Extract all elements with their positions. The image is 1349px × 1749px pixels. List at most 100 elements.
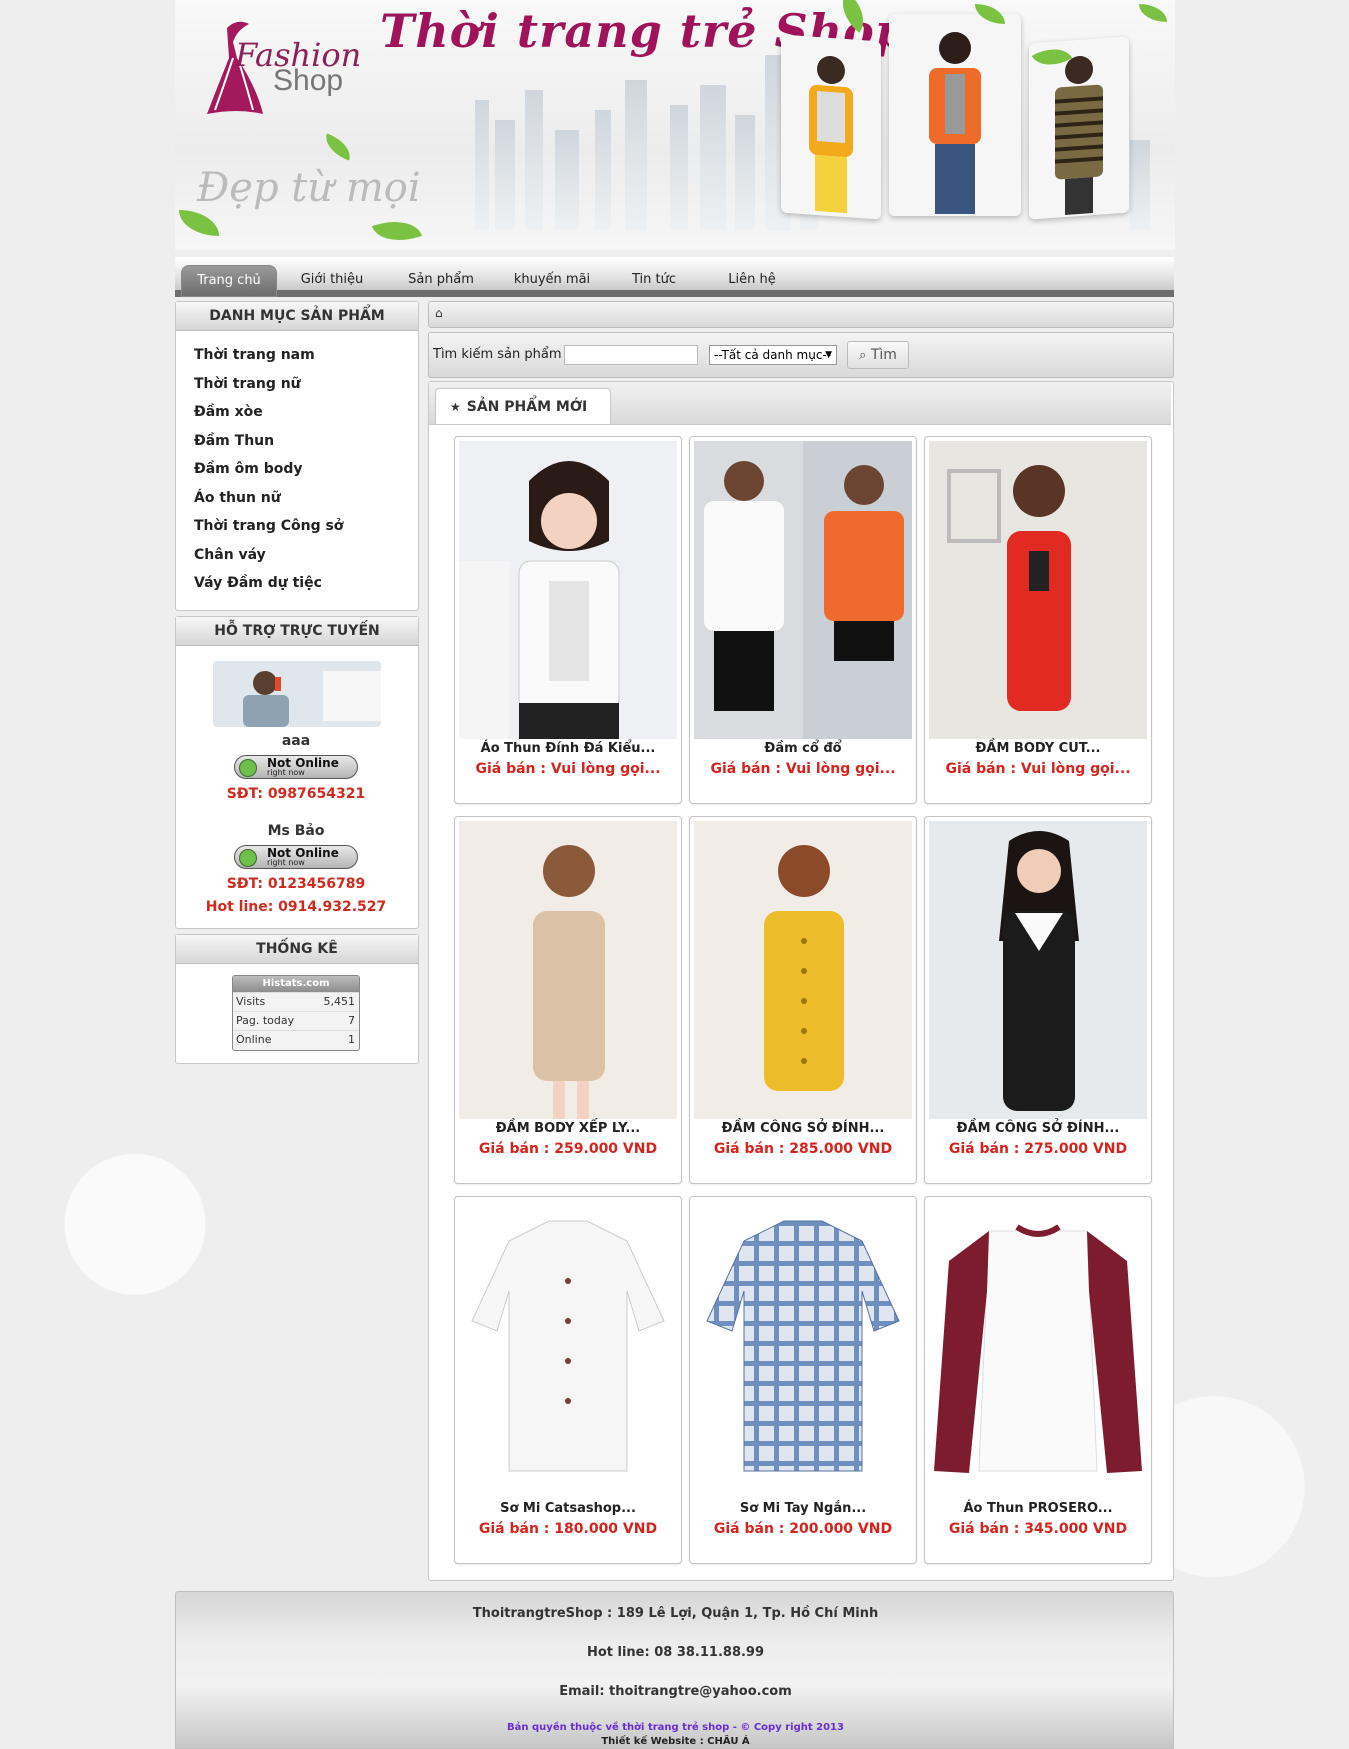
product-price: Giá bán : 345.000 VND bbox=[948, 1521, 1128, 1537]
skyline-building bbox=[495, 120, 515, 230]
search-label: Tìm kiếm sản phẩm bbox=[433, 347, 562, 362]
product-image[interactable] bbox=[694, 1201, 912, 1499]
skyline-building bbox=[525, 90, 543, 230]
online-support-box: HỖ TRỢ TRỰC TUYẾN aaa Not Online right n… bbox=[175, 616, 419, 929]
search-input[interactable] bbox=[564, 345, 698, 365]
support-box-title: HỖ TRỢ TRỰC TUYẾN bbox=[176, 617, 418, 646]
stat-label: Pag. today bbox=[236, 1014, 295, 1027]
footer-copyright: Bản quyền thuộc về thời trang trẻ shop -… bbox=[507, 1722, 844, 1733]
category-link[interactable]: Thời trang nữ bbox=[194, 376, 301, 392]
stat-value: 1 bbox=[348, 1033, 355, 1046]
category-link[interactable]: Đầm Thun bbox=[194, 433, 274, 449]
skyline-building bbox=[555, 130, 579, 230]
hotline-text: Hot line: 0914.932.527 bbox=[205, 899, 387, 915]
stat-row: Online 1 bbox=[233, 1030, 359, 1049]
product-image[interactable] bbox=[694, 821, 912, 1119]
product-image[interactable] bbox=[929, 441, 1147, 739]
category-link[interactable]: Đầm xòe bbox=[194, 404, 263, 420]
product-card[interactable]: ĐẦM CÔNG SỞ ĐÍNH... Giá bán : 285.000 VN… bbox=[689, 816, 917, 1184]
product-card[interactable]: Đầm cổ đổ Giá bán : Vui lòng gọi... bbox=[689, 436, 917, 804]
nav-item-home[interactable]: Trang chủ bbox=[181, 265, 277, 297]
nav-item-contact[interactable]: Liên hệ bbox=[709, 265, 795, 297]
support-status-badge[interactable]: Not Online right now bbox=[234, 845, 358, 869]
product-price: Giá bán : 180.000 VND bbox=[478, 1521, 658, 1537]
support-phone: SĐT: 0123456789 bbox=[226, 876, 366, 892]
product-image[interactable] bbox=[459, 821, 677, 1119]
product-image[interactable] bbox=[929, 821, 1147, 1119]
product-name[interactable]: ĐẦM BODY XẾP LY... bbox=[455, 1121, 681, 1136]
category-link[interactable]: Đầm ôm body bbox=[194, 461, 303, 477]
category-select-value: --Tất cả danh mục-- bbox=[714, 348, 832, 362]
product-price: Giá bán : 285.000 VND bbox=[713, 1141, 893, 1157]
tab-label: SẢN PHẨM MỚI bbox=[466, 399, 588, 415]
product-name[interactable]: Áo Thun Đính Đá Kiểu... bbox=[455, 741, 681, 756]
product-image[interactable] bbox=[459, 441, 677, 739]
category-link[interactable]: Thời trang Công sở bbox=[194, 518, 343, 534]
status-subtext: right now bbox=[267, 768, 305, 777]
support-phone: SĐT: 0987654321 bbox=[226, 786, 366, 802]
product-card[interactable]: ĐẦM BODY CUT... Giá bán : Vui lòng gọi..… bbox=[924, 436, 1152, 804]
nav-item-products[interactable]: Sản phẩm bbox=[395, 265, 487, 297]
footer-designer: Thiết kế Website : CHÂU Á bbox=[601, 1736, 750, 1747]
nav-item-about[interactable]: Giới thiệu bbox=[287, 265, 377, 297]
logo-text-shop: Shop bbox=[273, 64, 344, 97]
product-name[interactable]: ĐẦM BODY CUT... bbox=[925, 741, 1151, 756]
category-link[interactable]: Chân váy bbox=[194, 547, 266, 563]
site-header-banner: Fashion Shop Thời trang trẻ Shop Đẹp từ … bbox=[175, 0, 1175, 250]
product-price: Giá bán : Vui lòng gọi... bbox=[475, 761, 661, 777]
category-link[interactable]: Áo thun nữ bbox=[194, 490, 281, 506]
histats-brand: Histats.com bbox=[233, 976, 359, 992]
category-link[interactable]: Váy Đầm dự tiệc bbox=[194, 575, 322, 591]
product-name[interactable]: Áo Thun PROSERO... bbox=[925, 1501, 1151, 1516]
footer-email: Email: thoitrangtre@yahoo.com bbox=[559, 1684, 792, 1699]
leaf-decoration-icon bbox=[371, 211, 423, 250]
product-price: Giá bán : 200.000 VND bbox=[713, 1521, 893, 1537]
category-select[interactable]: --Tất cả danh mục-- ▼ bbox=[709, 345, 837, 365]
messenger-status-icon bbox=[239, 759, 257, 777]
product-card[interactable]: Áo Thun Đính Đá Kiểu... Giá bán : Vui lò… bbox=[454, 436, 682, 804]
product-name[interactable]: ĐẦM CÔNG SỞ ĐÍNH... bbox=[925, 1121, 1151, 1136]
stat-value: 7 bbox=[348, 1014, 355, 1027]
skyline-building bbox=[1130, 140, 1150, 230]
product-card[interactable]: Sơ Mi Tay Ngắn... Giá bán : 200.000 VND bbox=[689, 1196, 917, 1564]
product-price: Giá bán : Vui lòng gọi... bbox=[945, 761, 1131, 777]
statistics-box: THỐNG KÊ Histats.com Visits 5,451 Pag. t… bbox=[175, 934, 419, 1064]
nav-item-promotions[interactable]: khuyến mãi bbox=[505, 265, 599, 297]
home-icon[interactable]: ⌂ bbox=[435, 306, 443, 320]
category-box-title: DANH MỤC SẢN PHẨM bbox=[176, 302, 418, 331]
search-icon: ⌕ bbox=[859, 348, 867, 363]
product-card[interactable]: Sơ Mi Catsashop... Giá bán : 180.000 VND bbox=[454, 1196, 682, 1564]
footer-hotline: Hot line: 08 38.11.88.99 bbox=[586, 1645, 765, 1660]
stat-row: Visits 5,451 bbox=[233, 992, 359, 1011]
product-card[interactable]: Áo Thun PROSERO... Giá bán : 345.000 VND bbox=[924, 1196, 1152, 1564]
stat-row: Pag. today 7 bbox=[233, 1011, 359, 1030]
product-name[interactable]: Đầm cổ đổ bbox=[690, 741, 916, 756]
product-image[interactable] bbox=[459, 1201, 677, 1499]
star-icon: ★ bbox=[450, 400, 461, 414]
leaf-decoration-icon bbox=[1139, 4, 1167, 22]
skyline-building bbox=[670, 105, 688, 230]
category-link[interactable]: Thời trang nam bbox=[194, 347, 315, 363]
product-price: Giá bán : 259.000 VND bbox=[478, 1141, 658, 1157]
product-image[interactable] bbox=[694, 441, 912, 739]
product-image[interactable] bbox=[929, 1201, 1147, 1499]
stat-label: Online bbox=[236, 1033, 272, 1046]
support-status-badge[interactable]: Not Online right now bbox=[234, 755, 358, 779]
product-name[interactable]: Sơ Mi Catsashop... bbox=[455, 1501, 681, 1516]
slogan-text: Đẹp từ mọi bbox=[197, 165, 421, 211]
skyline-building bbox=[735, 115, 755, 230]
stat-label: Visits bbox=[236, 995, 266, 1008]
skyline-building bbox=[595, 110, 611, 230]
search-bar: Tìm kiếm sản phẩm --Tất cả danh mục-- ▼ … bbox=[428, 332, 1174, 378]
product-card[interactable]: ĐẦM BODY XẾP LY... Giá bán : 259.000 VND bbox=[454, 816, 682, 1184]
product-price: Giá bán : 275.000 VND bbox=[948, 1141, 1128, 1157]
stat-value: 5,451 bbox=[323, 995, 356, 1008]
nav-item-news[interactable]: Tin tức bbox=[611, 265, 697, 297]
product-name[interactable]: Sơ Mi Tay Ngắn... bbox=[690, 1501, 916, 1516]
product-name[interactable]: ĐẦM CÔNG SỞ ĐÍNH... bbox=[690, 1121, 916, 1136]
banner-model-photo bbox=[889, 14, 1021, 216]
search-button[interactable]: ⌕ Tìm bbox=[847, 341, 909, 369]
tab-new-products[interactable]: ★ SẢN PHẨM MỚI bbox=[435, 388, 611, 424]
product-card[interactable]: ĐẦM CÔNG SỞ ĐÍNH... Giá bán : 275.000 VN… bbox=[924, 816, 1152, 1184]
histats-counter-widget[interactable]: Histats.com Visits 5,451 Pag. today 7 On… bbox=[232, 975, 360, 1051]
